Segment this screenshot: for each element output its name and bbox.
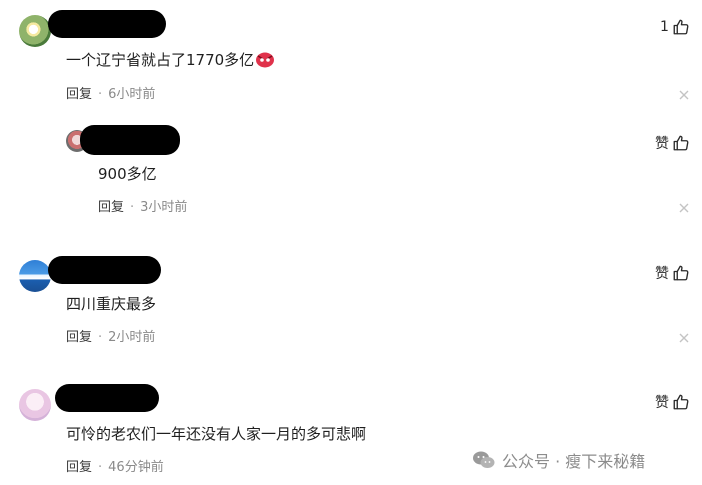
like-button[interactable]: 赞	[655, 392, 690, 412]
meta-separator: ·	[130, 200, 135, 215]
avatar[interactable]	[19, 260, 51, 292]
comment-meta: 回复 · 2小时前	[66, 329, 155, 347]
angry-face-icon	[256, 52, 275, 68]
thumbs-up-icon	[673, 265, 689, 281]
redacted-username	[48, 10, 166, 38]
comment-time: 3小时前	[140, 200, 188, 215]
redacted-username	[55, 384, 159, 412]
avatar[interactable]	[19, 15, 51, 47]
reply-button[interactable]: 回复	[66, 330, 92, 345]
reply-button[interactable]: 回复	[66, 87, 92, 102]
watermark-text: 公众号 · 瘦下来秘籍	[502, 452, 646, 471]
comment-time: 6小时前	[108, 87, 156, 102]
like-button[interactable]: 赞	[655, 133, 690, 153]
like-count: 1	[660, 19, 669, 35]
comment-time: 2小时前	[108, 330, 156, 345]
comment-meta: 回复 · 6小时前	[66, 86, 155, 104]
like-label: 赞	[655, 136, 669, 152]
meta-separator: ·	[98, 330, 103, 345]
thumbs-up-icon	[673, 135, 689, 151]
redacted-username	[80, 125, 180, 155]
close-icon[interactable]	[678, 332, 690, 344]
watermark: 公众号 · 瘦下来秘籍	[472, 448, 645, 472]
redacted-username	[48, 256, 161, 284]
thumbs-up-icon	[673, 19, 689, 35]
comment-text: 900多亿	[98, 165, 157, 183]
comment-meta: 回复 · 46分钟前	[66, 459, 164, 477]
like-button[interactable]: 赞	[655, 263, 690, 283]
comment-text: 可怜的老农们一年还没有人家一月的多可悲啊	[66, 425, 367, 443]
reply-button[interactable]: 回复	[98, 200, 124, 215]
comment-text: 四川重庆最多	[66, 295, 157, 313]
comment-text: 一个辽宁省就占了1770多亿	[66, 50, 275, 70]
meta-separator: ·	[98, 87, 103, 102]
close-icon[interactable]	[678, 89, 690, 101]
thumbs-up-icon	[673, 394, 689, 410]
avatar[interactable]	[19, 389, 51, 421]
like-label: 赞	[655, 395, 669, 411]
comment-meta: 回复 · 3小时前	[98, 199, 187, 217]
reply-button[interactable]: 回复	[66, 460, 92, 475]
close-icon[interactable]	[678, 202, 690, 214]
comment-time: 46分钟前	[108, 460, 164, 475]
like-button[interactable]: 1	[660, 18, 690, 36]
wechat-icon	[473, 451, 495, 468]
like-label: 赞	[655, 266, 669, 282]
meta-separator: ·	[98, 460, 103, 475]
